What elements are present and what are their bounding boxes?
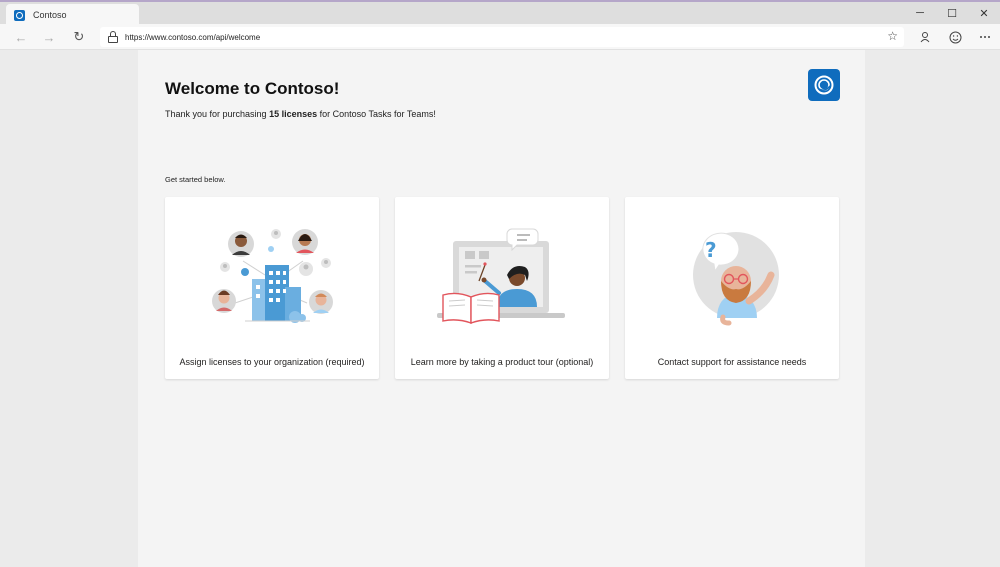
assign-licenses-label[interactable]: Assign licenses to your organization (re…: [165, 357, 379, 367]
url-text[interactable]: https://www.contoso.com/api/welcome: [125, 33, 260, 42]
subtitle-prefix: Thank you for purchasing: [165, 109, 270, 119]
more-icon: [980, 36, 990, 38]
svg-text:?: ?: [705, 238, 717, 262]
refresh-button[interactable]: ↻: [70, 28, 88, 46]
page-title: Welcome to Contoso!: [165, 79, 340, 98]
organization-people-illustration: [212, 229, 333, 323]
support-person-illustration: ?: [693, 232, 779, 326]
profile-icon: [920, 32, 930, 43]
window-controls: ─ ☐ ✕: [904, 2, 1000, 24]
lock-icon[interactable]: [108, 31, 118, 43]
license-count: 15 licenses: [269, 109, 318, 119]
contoso-favicon-icon: [14, 9, 25, 21]
feedback-button[interactable]: [946, 28, 964, 46]
address-bar[interactable]: https://www.contoso.com/api/welcome ☆: [100, 27, 904, 47]
browser-titlebar: Contoso ─ ☐ ✕: [0, 0, 1000, 26]
maximize-button[interactable]: ☐: [936, 2, 968, 24]
purchase-confirmation: Thank you for purchasing 15 licenses for…: [165, 109, 436, 119]
contact-support-card[interactable]: ? Contact support for assistance needs: [625, 197, 839, 379]
page-content: Welcome to Contoso! Thank you for purcha…: [138, 50, 865, 567]
profile-button[interactable]: [916, 28, 934, 46]
get-started-label: Get started below.: [165, 175, 226, 184]
browser-toolbar: ← → ↻ https://www.contoso.com/api/welcom…: [0, 24, 1000, 50]
browser-tab[interactable]: Contoso: [6, 4, 139, 26]
minimize-button[interactable]: ─: [904, 2, 936, 24]
feedback-smiley-icon: [949, 31, 961, 43]
more-button[interactable]: [976, 28, 994, 46]
back-button[interactable]: ←: [12, 28, 30, 46]
subtitle-suffix: for Contoso Tasks for Teams!: [317, 109, 436, 119]
product-tour-card[interactable]: Learn more by taking a product tour (opt…: [395, 197, 609, 379]
contoso-logo-icon: [808, 69, 840, 101]
assign-licenses-card[interactable]: Assign licenses to your organization (re…: [165, 197, 379, 379]
product-tour-label[interactable]: Learn more by taking a product tour (opt…: [395, 357, 609, 367]
close-window-button[interactable]: ✕: [968, 2, 1000, 24]
favorite-star-icon[interactable]: ☆: [887, 29, 898, 43]
product-tour-illustration: [437, 228, 565, 324]
contact-support-label[interactable]: Contact support for assistance needs: [625, 357, 839, 367]
tab-title: Contoso: [33, 10, 67, 20]
forward-button[interactable]: →: [40, 28, 58, 46]
